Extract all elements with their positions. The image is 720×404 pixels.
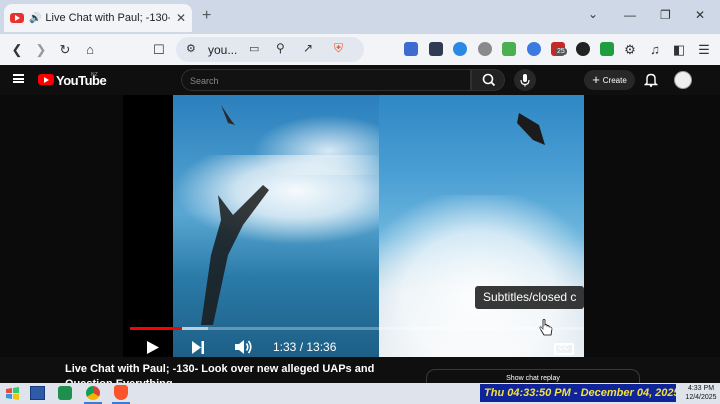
bookmark-icon[interactable]: ☐ [151,42,167,58]
brave-shield-icon[interactable]: ⛨ [334,41,343,56]
extension-game-icon[interactable] [502,42,516,56]
chrome-app-icon[interactable] [86,386,100,400]
menu-icon[interactable]: ☰ [696,42,712,58]
new-tab-button[interactable]: + [202,7,211,25]
progress-played [130,327,182,330]
region-code: NZ [91,72,98,78]
voice-search-button[interactable] [514,69,536,91]
extension-media-icon[interactable] [429,42,443,56]
subtitles-button[interactable]: CC [554,343,574,355]
play-icon[interactable] [145,340,161,355]
youtube-favicon-icon [10,13,24,23]
window-close-icon[interactable]: ✕ [695,8,705,22]
video-left-panel [173,95,379,357]
notifications-bell-icon[interactable] [644,72,658,87]
search-icon [482,73,496,87]
home-icon[interactable]: ⌂ [82,42,98,57]
hamburger-menu-icon[interactable] [13,74,24,83]
player-controls: 1:33 / 13:36 CC [130,337,584,357]
extensions-puzzle-icon[interactable]: ⚙ [622,42,638,58]
extension-screen-icon[interactable] [600,42,614,56]
browser-toolbar: ❮ ❯ ↻ ⌂ ☐ ⚙ you... ▭ ⚲ ↗ ⛨ ⚙ ♫ ◧ ☰ [0,34,720,65]
browser-tab-strip: 🔊 Live Chat with Paul; -130- Lo ✕ + ⌄ — … [0,0,720,34]
youtube-logo-icon[interactable] [38,74,54,85]
extension-radiation-icon[interactable] [478,42,492,56]
video-player[interactable]: Subtitles/closed c 1:33 / 13:36 CC [0,95,720,357]
reload-icon[interactable]: ↻ [57,42,73,58]
video-frame[interactable] [123,95,584,357]
video-title: Live Chat with Paul; -130- Look over new… [65,363,375,384]
extension-grid-icon[interactable] [404,42,418,56]
youtube-header: YouTube NZ + Create [0,65,720,95]
cast-icon[interactable]: ▭ [249,42,259,55]
audio-playing-icon[interactable]: 🔊 [29,13,41,24]
plus-icon: + [592,72,600,87]
time-display: 1:33 / 13:36 [273,340,337,354]
address-bar[interactable]: ⚙ you... ▭ ⚲ ↗ ⛨ [176,37,364,62]
aircraft-wing-shape [201,105,269,325]
forward-icon[interactable]: ❯ [33,42,49,58]
microphone-icon [520,74,530,87]
zoom-icon[interactable]: ⚲ [276,41,285,55]
clock-banner: Thu 04:33:50 PM - December 04, 2025 [480,384,676,402]
extension-blue-icon[interactable] [453,42,467,56]
brave-app-icon[interactable] [114,385,128,400]
create-label: Create [602,75,627,85]
minimize-icon[interactable]: — [624,8,636,22]
share-icon[interactable]: ↗ [303,41,313,55]
system-time: 4:33 PM [687,385,715,392]
extension-dark-mode-icon[interactable] [576,42,590,56]
youtube-brand[interactable]: YouTube [56,73,107,88]
search-input[interactable] [190,74,460,87]
back-icon[interactable]: ❮ [9,42,25,58]
file-explorer-app-icon[interactable] [58,386,72,400]
sidebar-icon[interactable]: ◧ [671,42,687,58]
next-video-icon[interactable] [190,340,206,355]
search-button[interactable] [471,69,505,91]
windows-start-icon[interactable] [5,386,20,401]
url-text: you... [208,43,238,57]
tab-title: Live Chat with Paul; -130- Lo [45,12,170,24]
close-tab-icon[interactable]: ✕ [176,11,186,25]
restore-icon[interactable]: ❐ [660,8,671,22]
system-clock[interactable]: 4:33 PM 12/4/2025 [683,384,719,402]
create-button[interactable]: + Create [584,70,635,90]
volume-icon[interactable] [234,339,254,355]
site-settings-icon[interactable]: ⚙ [186,42,196,55]
subtitles-tooltip: Subtitles/closed c [475,286,584,309]
extension-count-badge: 25 [555,48,567,55]
browser-tab[interactable]: 🔊 Live Chat with Paul; -130- Lo ✕ [4,4,192,32]
media-control-icon[interactable]: ♫ [647,42,663,57]
tab-search-icon[interactable]: ⌄ [588,7,598,21]
system-date: 12/4/2025 [685,394,717,401]
avatar[interactable] [674,71,692,89]
progress-bar[interactable] [130,327,584,330]
search-box[interactable] [181,69,471,91]
calculator-app-icon[interactable] [30,386,45,400]
extension-snowflake-icon[interactable] [527,42,541,56]
